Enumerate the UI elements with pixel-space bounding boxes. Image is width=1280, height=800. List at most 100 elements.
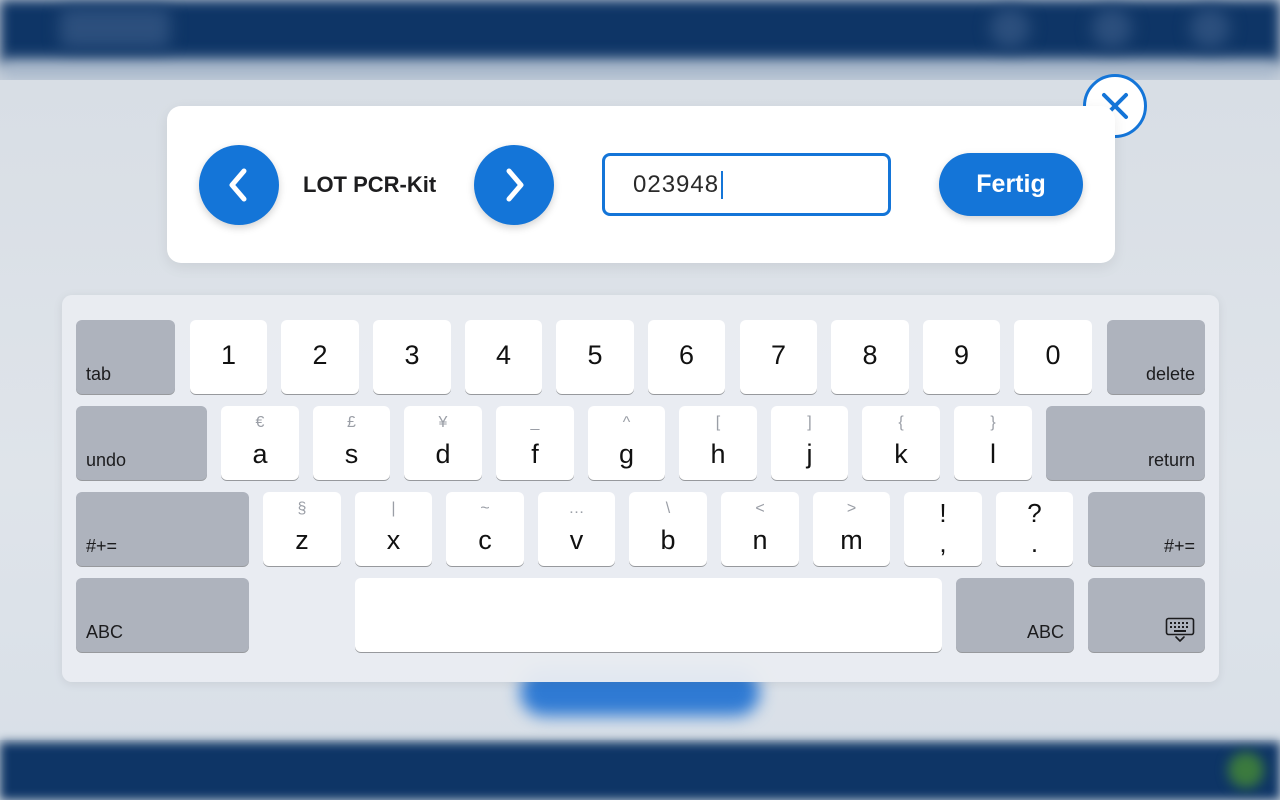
key-m[interactable]: > m: [813, 492, 890, 566]
key-0[interactable]: 0: [1014, 320, 1092, 394]
key-4[interactable]: 4: [465, 320, 542, 394]
key-9[interactable]: 9: [923, 320, 1000, 394]
key-label: g: [618, 439, 635, 469]
key-label: 7: [770, 340, 787, 370]
key-label: a: [252, 439, 268, 469]
key-alt-label: §: [297, 500, 307, 517]
key-label: s: [344, 439, 359, 469]
background-icon: [1092, 8, 1132, 48]
chevron-left-icon: [229, 168, 247, 202]
delete-key-label: delete: [1145, 364, 1195, 384]
symbols-left-key[interactable]: #+=: [76, 492, 249, 566]
key-alt-label: ^: [622, 414, 631, 431]
key-l[interactable]: } l: [954, 406, 1032, 480]
key-alt-label: <: [755, 500, 765, 517]
key-alt-label: ~: [480, 500, 490, 517]
key-d[interactable]: ¥ d: [404, 406, 482, 480]
lot-input-value: 023948: [633, 170, 720, 198]
key-a[interactable]: € a: [221, 406, 299, 480]
key-z[interactable]: § z: [263, 492, 341, 566]
key-6[interactable]: 6: [648, 320, 725, 394]
abc-left-key-label: ABC: [86, 622, 124, 642]
key-alt-label: }: [990, 414, 996, 431]
key-label: k: [894, 439, 908, 469]
next-field-button[interactable]: [474, 145, 554, 225]
key-alt-label: ]: [807, 414, 812, 431]
key-alt-label: _: [530, 414, 540, 431]
key-x[interactable]: | x: [355, 492, 432, 566]
key-s[interactable]: £ s: [313, 406, 390, 480]
background-header: [0, 0, 1280, 64]
key-comma[interactable]: !,: [904, 492, 982, 566]
key-label: 1: [220, 340, 237, 370]
key-g[interactable]: ^ g: [588, 406, 665, 480]
key-label: m: [840, 525, 863, 555]
key-3[interactable]: 3: [373, 320, 451, 394]
key-label: 2: [312, 340, 328, 370]
space-key[interactable]: [355, 578, 942, 652]
delete-key[interactable]: delete: [1107, 320, 1205, 394]
return-key[interactable]: return: [1046, 406, 1205, 480]
lot-input-field[interactable]: 023948: [602, 153, 891, 216]
field-label: LOT PCR-Kit: [303, 172, 437, 197]
abc-right-key[interactable]: ABC: [956, 578, 1074, 652]
key-j[interactable]: ] j: [771, 406, 848, 480]
symbols-left-key-label: #+=: [86, 536, 118, 556]
key-label: 4: [495, 340, 512, 370]
background-status-indicator: [1228, 752, 1264, 788]
key-alt-label: |: [391, 500, 396, 517]
key-label: h: [710, 439, 726, 469]
key-label: c: [478, 525, 492, 555]
key-label: 9: [953, 340, 970, 370]
symbols-right-key[interactable]: #+=: [1088, 492, 1205, 566]
key-label: z: [295, 525, 309, 555]
key-label: n: [752, 525, 768, 555]
key-k[interactable]: {k: [862, 406, 940, 480]
key-label: 8: [862, 340, 878, 370]
key-label: x: [386, 525, 401, 555]
key-n[interactable]: < n: [721, 492, 799, 566]
key-label: 6: [678, 340, 695, 370]
key-alt-label: [: [715, 414, 721, 431]
key-alt-label: £: [347, 414, 356, 431]
key-2[interactable]: 2: [281, 320, 359, 394]
tab-key-label: tab: [86, 364, 112, 384]
key-v[interactable]: … v: [538, 492, 615, 566]
previous-field-button[interactable]: [199, 145, 279, 225]
done-button[interactable]: Fertig: [939, 153, 1083, 216]
key-h[interactable]: [h: [679, 406, 757, 480]
key-label: l: [990, 439, 996, 469]
background-icon: [990, 8, 1030, 48]
key-1[interactable]: 1: [190, 320, 267, 394]
key-alt-label: !: [939, 498, 947, 528]
undo-key[interactable]: undo: [76, 406, 207, 480]
key-7[interactable]: 7: [740, 320, 817, 394]
key-alt-label: \: [665, 500, 671, 517]
key-f[interactable]: _ f: [496, 406, 574, 480]
key-5[interactable]: 5: [556, 320, 634, 394]
key-label: f: [531, 439, 539, 469]
key-label: 5: [587, 340, 603, 370]
abc-right-key-label: ABC: [1026, 622, 1064, 642]
tab-key[interactable]: tab: [76, 320, 175, 394]
return-key-label: return: [1147, 450, 1195, 470]
key-b[interactable]: \ b: [629, 492, 707, 566]
key-8[interactable]: 8: [831, 320, 909, 394]
key-label: .: [1030, 528, 1039, 558]
key-label: b: [660, 525, 676, 555]
key-alt-label: …: [568, 500, 585, 517]
key-alt-label: ¥: [438, 414, 448, 431]
key-label: v: [569, 525, 584, 555]
hide-keyboard-key[interactable]: [1088, 578, 1205, 652]
key-c[interactable]: ~ c: [446, 492, 524, 566]
key-alt-label: €: [255, 414, 265, 431]
key-alt-label: >: [846, 500, 857, 517]
keyboard-hide-icon: [1165, 617, 1195, 642]
key-label: ,: [939, 528, 947, 558]
abc-left-key[interactable]: ABC: [76, 578, 249, 652]
undo-key-label: undo: [86, 450, 127, 470]
background-icon: [1190, 8, 1230, 48]
key-label: 3: [404, 340, 420, 370]
text-cursor: [721, 170, 724, 199]
key-period[interactable]: ?.: [996, 492, 1073, 566]
